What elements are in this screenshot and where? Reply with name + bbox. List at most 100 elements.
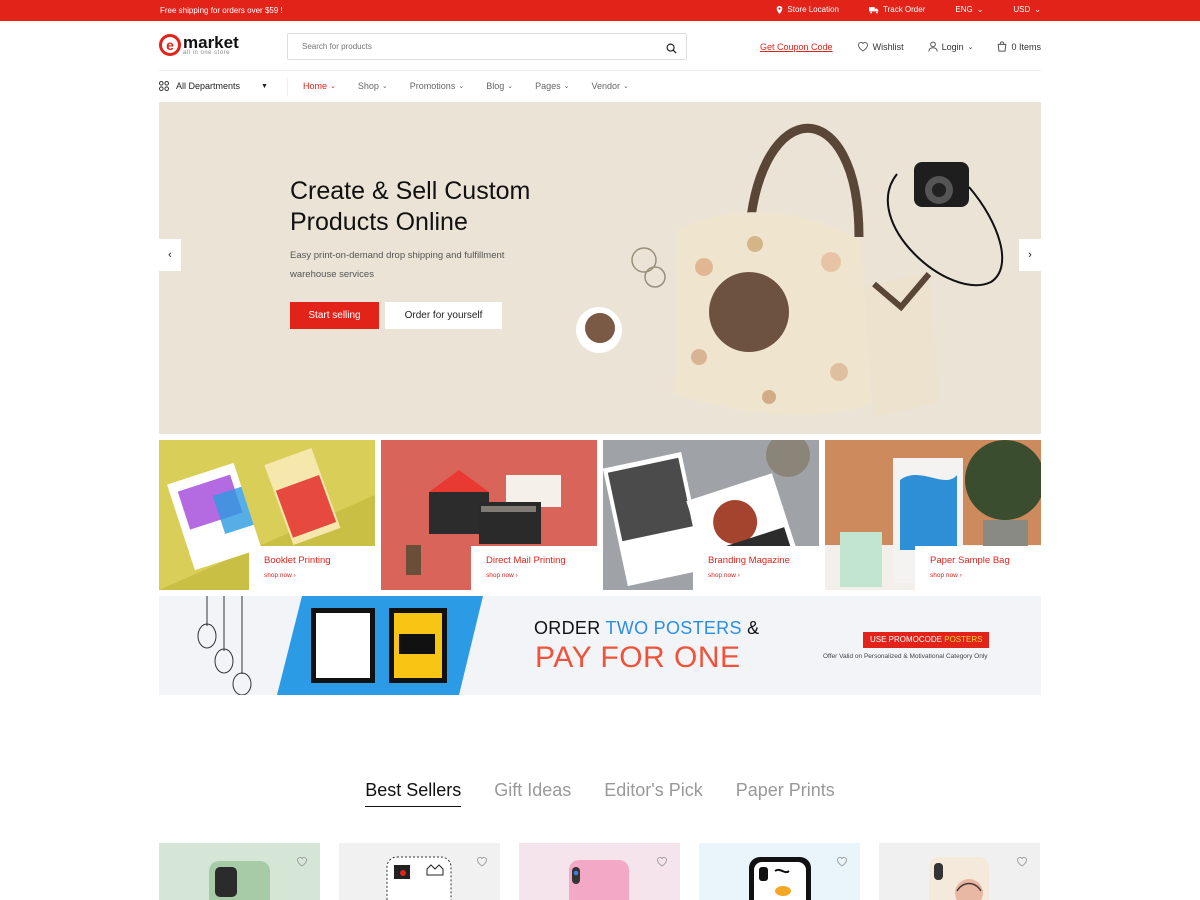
heart-icon[interactable]: [836, 854, 848, 872]
product-grid: [159, 843, 1041, 900]
category-card-direct-mail[interactable]: Direct Mail Printing shop now ›: [381, 440, 597, 590]
product-card[interactable]: [339, 843, 500, 900]
wishlist-link[interactable]: Wishlist: [857, 41, 904, 52]
login-label: Login: [941, 41, 964, 52]
category-card-caption: Direct Mail Printing shop now ›: [471, 546, 597, 590]
product-card[interactable]: [159, 843, 320, 900]
chevron-right-icon: ›: [1028, 249, 1032, 261]
nav-item-label: Pages: [535, 81, 561, 91]
promo-code-badge: USE PROMOCODE POSTERS: [863, 632, 990, 648]
poster-promo-banner[interactable]: ORDER TWO POSTERS & PAY FOR ONE USE PROM…: [159, 596, 1041, 695]
promo-code-prefix: USE PROMOCODE: [870, 635, 945, 644]
chevron-down-icon: ⌄: [1034, 5, 1041, 14]
nav-divider: [287, 78, 288, 96]
product-card[interactable]: [519, 843, 680, 900]
nav-item-label: Vendor: [591, 81, 621, 91]
category-title: Paper Sample Bag: [930, 555, 1010, 566]
chevron-down-icon: ⌄: [563, 83, 570, 90]
logo-mark: e: [159, 34, 181, 56]
hero-title: Create & Sell Custom Products Online: [290, 177, 531, 236]
category-card-paper-bag[interactable]: Paper Sample Bag shop now ›: [825, 440, 1041, 590]
nav-item-pages[interactable]: Pages ⌄: [535, 81, 569, 91]
chevron-down-icon: ⌄: [967, 43, 974, 51]
coupon-link[interactable]: Get Coupon Code: [760, 42, 833, 52]
nav-item-blog[interactable]: Blog ⌄: [486, 81, 513, 91]
wishlist-label: Wishlist: [872, 41, 904, 52]
language-select[interactable]: ENG ⌄: [955, 5, 983, 14]
category-card-branding-magazine[interactable]: Branding Magazine shop now ›: [603, 440, 819, 590]
search-input[interactable]: [288, 34, 648, 59]
tab-paper-prints[interactable]: Paper Prints: [736, 780, 835, 807]
chevron-down-icon: ⌄: [507, 83, 514, 90]
category-title: Booklet Printing: [264, 555, 331, 566]
search-icon[interactable]: [666, 41, 677, 59]
main-nav: All Departments ▼ Home ⌄ Shop ⌄ Promotions…: [159, 72, 1041, 102]
heart-icon[interactable]: [296, 854, 308, 872]
category-banners: Booklet Printing shop now › Direct Mail …: [159, 440, 1041, 590]
category-card-caption: Paper Sample Bag shop now ›: [915, 546, 1041, 590]
promo-headline-highlight: TWO POSTERS: [605, 618, 742, 638]
heart-icon[interactable]: [1016, 854, 1028, 872]
product-tabs: Best Sellers Gift Ideas Editor's Pick Pa…: [0, 780, 1200, 807]
hero-slider: Create & Sell Custom Products Online Eas…: [159, 102, 1041, 434]
shop-now-link[interactable]: shop now ›: [486, 572, 597, 579]
nav-item-label: Home: [303, 81, 328, 91]
currency-value: USD: [1013, 5, 1031, 14]
all-departments-menu[interactable]: All Departments ▼: [159, 81, 268, 91]
category-title: Branding Magazine: [708, 555, 790, 566]
caret-down-icon: ▼: [261, 82, 268, 90]
product-card[interactable]: [699, 843, 860, 900]
store-location-label: Store Location: [787, 5, 839, 14]
cart-link[interactable]: 0 Items: [997, 41, 1041, 52]
category-title: Direct Mail Printing: [486, 555, 566, 566]
promo-headline: ORDER TWO POSTERS &: [534, 618, 759, 639]
tab-best-sellers[interactable]: Best Sellers: [365, 780, 462, 807]
user-icon: [927, 41, 938, 52]
heart-icon[interactable]: [476, 854, 488, 872]
chevron-down-icon: ⌄: [330, 83, 336, 90]
free-shipping-notice: Free shipping for orders over $59 !: [160, 6, 283, 15]
product-card[interactable]: [879, 843, 1040, 900]
shop-now-link[interactable]: shop now ›: [930, 572, 1041, 579]
chevron-down-icon: ⌄: [623, 83, 629, 90]
chevron-down-icon: ⌄: [458, 83, 465, 90]
promo-illustration: [197, 596, 483, 695]
shop-now-link[interactable]: shop now ›: [708, 572, 819, 579]
category-card-caption: Branding Magazine shop now ›: [693, 546, 819, 590]
nav-item-label: Blog: [486, 81, 505, 91]
nav-item-vendor[interactable]: Vendor ⌄: [592, 81, 629, 91]
slider-prev-button[interactable]: ‹: [159, 239, 181, 271]
tab-editors-pick[interactable]: Editor's Pick: [604, 780, 702, 807]
promo-terms: Offer Valid on Personalized & Motivation…: [823, 653, 988, 660]
promo-headline-part1: ORDER: [534, 618, 606, 638]
start-selling-button[interactable]: Start selling: [290, 302, 379, 329]
store-location-link[interactable]: Store Location: [776, 5, 839, 14]
language-value: ENG: [955, 5, 973, 14]
chevron-left-icon: ‹: [168, 249, 172, 261]
cart-icon: [998, 41, 1007, 52]
shop-now-link[interactable]: shop now ›: [264, 572, 375, 579]
chevron-down-icon: ⌄: [976, 5, 984, 14]
nav-item-label: Promotions: [409, 81, 456, 91]
slider-next-button[interactable]: ›: [1019, 239, 1041, 271]
track-order-link[interactable]: Track Order: [868, 5, 926, 14]
promo-subheadline: PAY FOR ONE: [535, 641, 741, 674]
location-pin-icon: [777, 5, 783, 14]
nav-item-shop[interactable]: Shop ⌄: [358, 81, 388, 91]
cart-count: 0 Items: [1011, 41, 1041, 52]
order-for-yourself-button[interactable]: Order for yourself: [385, 302, 502, 329]
currency-select[interactable]: USD ⌄: [1013, 5, 1041, 14]
chevron-down-icon: ⌄: [381, 83, 388, 90]
nav-item-home[interactable]: Home ⌄: [303, 81, 336, 91]
tab-gift-ideas[interactable]: Gift Ideas: [494, 780, 571, 807]
site-logo[interactable]: e market all in one store: [159, 34, 239, 56]
heart-icon[interactable]: [656, 854, 668, 872]
nav-item-promotions[interactable]: Promotions ⌄: [410, 81, 464, 91]
nav-item-label: Shop: [357, 81, 379, 91]
track-order-label: Track Order: [882, 5, 926, 14]
category-card-booklet[interactable]: Booklet Printing shop now ›: [159, 440, 375, 590]
login-menu[interactable]: Login ⌄: [927, 41, 974, 52]
search-bar: [287, 33, 687, 60]
heart-icon: [857, 42, 868, 52]
category-card-caption: Booklet Printing shop now ›: [249, 546, 375, 590]
